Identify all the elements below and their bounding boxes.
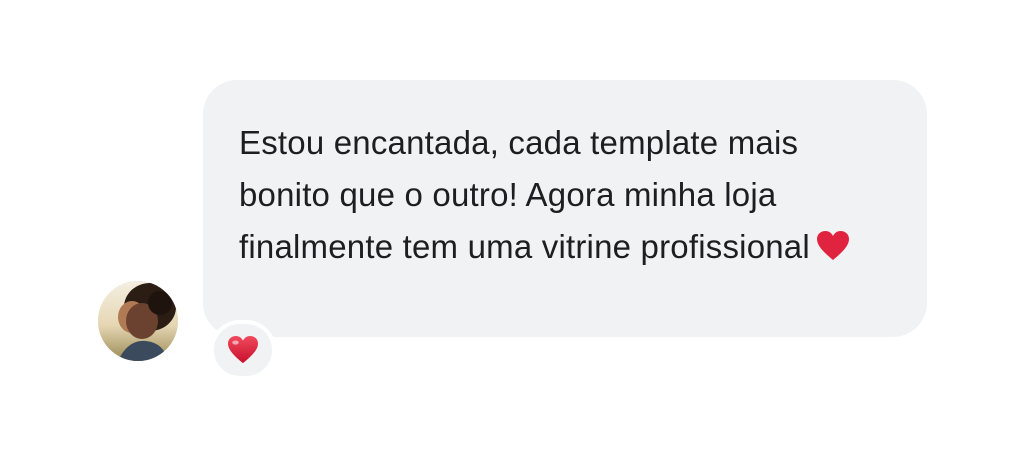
red-heart-reaction-icon [228,335,258,364]
message-body: Estou encantada, cada template mais boni… [239,124,810,265]
message-bubble[interactable]: Estou encantada, cada template mais boni… [203,80,927,337]
avatar[interactable] [98,281,178,361]
red-heart-icon [816,231,849,260]
message-row: Estou encantada, cada template mais boni… [0,0,1024,465]
avatar-photo-icon [98,281,178,361]
reaction-badge[interactable] [210,320,276,380]
message-text: Estou encantada, cada template mais boni… [239,117,887,273]
